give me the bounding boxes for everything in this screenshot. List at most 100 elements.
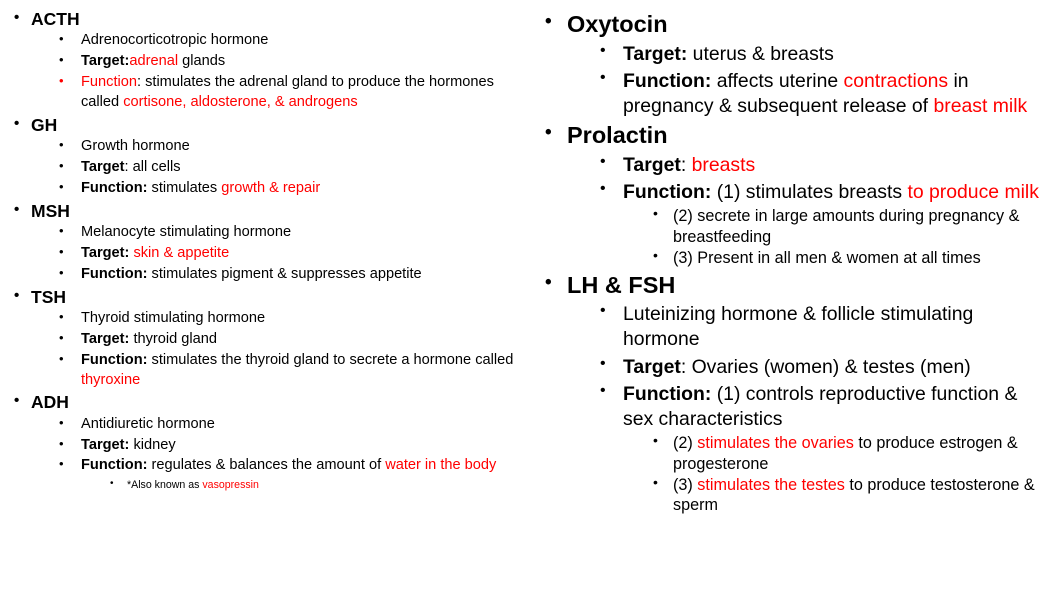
prolactin-subline-3-text: (3) Present in all men & women at all ti… <box>673 249 981 268</box>
prolactin-function-line: • Function: (1) stimulates breasts to pr… <box>600 180 1050 268</box>
bullet-glyph: • <box>653 247 658 264</box>
tsh-target-text: thyroid gland <box>129 330 218 347</box>
prolactin-subline-2-text: (2) secrete in large amounts during preg… <box>673 207 1020 246</box>
acth-target-label: Target: <box>81 53 130 70</box>
tsh-function-label: Function: <box>81 351 148 368</box>
bullet-glyph: • <box>600 381 606 399</box>
lh-fsh-subline-3-highlight: stimulates the testes <box>697 476 845 495</box>
adh-function-highlight: water in the body <box>385 457 497 474</box>
gh-function-text: stimulates <box>147 179 222 196</box>
lh-fsh-definition-line: • Luteinizing hormone & follicle stimula… <box>600 302 1050 352</box>
adh-function-text: regulates & balances the amount of <box>147 457 386 474</box>
bullet-glyph: • <box>600 68 606 86</box>
bullet-glyph: • <box>14 9 20 26</box>
right-content-column: • Oxytocin • Target: uterus & breasts • … <box>531 0 1062 597</box>
bullet-glyph: • <box>59 137 64 153</box>
bullet-glyph: • <box>14 200 20 218</box>
left-top-level-list: • ACTH • Adrenocorticotropic hormone • T… <box>14 8 521 493</box>
adh-function-label: Function: <box>81 457 148 474</box>
adh-subnote-list: • *Also known as vasopressin <box>81 478 521 492</box>
msh-definition-line: • Melanocyte stimulating hormone <box>59 223 521 243</box>
bullet-glyph: • <box>600 152 606 170</box>
adh-subnote-highlight: vasopressin <box>202 479 259 492</box>
lh-fsh-subline-3-prefix: (3) <box>673 476 698 495</box>
prolactin-subline-3: • (3) Present in all men & women at all … <box>653 247 1050 268</box>
gh-function-highlight: growth & repair <box>221 179 321 196</box>
prolactin-subline-list: • (2) secrete in large amounts during pr… <box>623 205 1050 268</box>
section-gh: • GH • Growth hormone • Target: all cell… <box>14 114 521 199</box>
adh-target-line: • Target: kidney <box>59 436 521 456</box>
section-heading-adh: ADH <box>31 392 69 413</box>
prolactin-function-text: (1) stimulates breasts <box>711 181 908 204</box>
lh-fsh-subline-3: • (3) stimulates the testes to produce t… <box>653 474 1050 516</box>
adh-detail-list: • Antidiuretic hormone • Target: kidney … <box>31 415 521 493</box>
gh-function-line: • Function: stimulates growth & repair <box>59 179 521 199</box>
tsh-definition-text: Thyroid stimulating hormone <box>81 310 266 326</box>
adh-subnote-text: *Also known as <box>127 479 203 492</box>
bullet-glyph: • <box>600 41 606 59</box>
bullet-glyph: • <box>59 435 64 451</box>
msh-function-text: stimulates pigment & suppresses appetite <box>147 265 422 282</box>
bullet-glyph: • <box>14 286 20 304</box>
adh-subnote-line: • *Also known as vasopressin <box>110 478 521 492</box>
bullet-glyph: • <box>14 114 20 132</box>
oxytocin-target-label: Target: <box>623 42 688 65</box>
bullet-glyph: • <box>59 52 64 68</box>
lh-fsh-subline-2-prefix: (2) <box>673 434 698 453</box>
msh-definition-text: Melanocyte stimulating hormone <box>81 224 292 241</box>
gh-function-label: Function: <box>81 179 148 196</box>
lh-fsh-subline-2-highlight: stimulates the ovaries <box>697 434 854 453</box>
oxytocin-detail-list: • Target: uterus & breasts • Function: a… <box>567 42 1050 120</box>
msh-target-highlight: skin & appetite <box>133 244 230 261</box>
acth-definition-text: Adrenocorticotropic hormone <box>81 32 269 49</box>
bullet-glyph: • <box>545 122 552 144</box>
section-acth: • ACTH • Adrenocorticotropic hormone • T… <box>14 8 521 113</box>
prolactin-target-label: Target <box>623 153 681 176</box>
section-msh: • MSH • Melanocyte stimulating hormone •… <box>14 200 521 285</box>
lh-fsh-target-text: : Ovaries (women) & testes (men) <box>680 355 971 378</box>
bullet-glyph: • <box>59 309 64 324</box>
bullet-glyph: • <box>600 180 606 198</box>
prolactin-detail-list: • Target: breasts • Function: (1) stimul… <box>567 153 1050 269</box>
adh-target-text: kidney <box>129 436 176 453</box>
section-heading-tsh: TSH <box>31 286 66 307</box>
oxytocin-function-text1: affects uterine <box>711 69 844 92</box>
gh-detail-list: • Growth hormone • Target: all cells • F… <box>31 137 521 199</box>
section-heading-lh-fsh: LH & FSH <box>567 271 676 298</box>
prolactin-target-line: • Target: breasts <box>600 153 1050 178</box>
prolactin-function-highlight: to produce milk <box>907 181 1039 204</box>
tsh-target-line: • Target: thyroid gland <box>59 330 521 350</box>
bullet-glyph: • <box>110 478 114 490</box>
adh-definition-text: Antidiuretic hormone <box>81 415 215 432</box>
lh-fsh-function-line: • Function: (1) controls reproductive fu… <box>600 382 1050 516</box>
section-heading-msh: MSH <box>31 200 70 221</box>
adh-function-line: • Function: regulates & balances the amo… <box>59 456 521 492</box>
bullet-glyph: • <box>59 31 64 47</box>
section-tsh: • TSH • Thyroid stimulating hormone • Ta… <box>14 286 521 391</box>
adh-target-label: Target: <box>81 436 130 453</box>
acth-detail-list: • Adrenocorticotropic hormone • Target:a… <box>31 31 521 112</box>
lh-fsh-subline-2: • (2) stimulates the ovaries to produce … <box>653 432 1050 474</box>
section-adh: • ADH • Antidiuretic hormone • Target: k… <box>14 391 521 492</box>
gh-definition-line: • Growth hormone <box>59 137 521 157</box>
bullet-glyph: • <box>59 456 64 472</box>
bullet-glyph: • <box>14 392 20 410</box>
bullet-glyph: • <box>59 178 64 194</box>
bullet-glyph: • <box>59 158 64 173</box>
slide-canvas: • ACTH • Adrenocorticotropic hormone • T… <box>0 0 1062 597</box>
section-lh-fsh: • LH & FSH • Luteinizing hormone & folli… <box>545 271 1050 516</box>
oxytocin-function-highlight2: breast milk <box>933 95 1028 118</box>
section-prolactin: • Prolactin • Target: breasts • Function… <box>545 121 1050 268</box>
tsh-target-label: Target: <box>81 330 130 347</box>
right-top-level-list: • Oxytocin • Target: uterus & breasts • … <box>545 10 1050 516</box>
msh-function-line: • Function: stimulates pigment & suppres… <box>59 265 521 285</box>
tsh-function-highlight: thyroxine <box>81 371 141 388</box>
acth-definition-line: • Adrenocorticotropic hormone <box>59 31 521 51</box>
lh-fsh-subline-list: • (2) stimulates the ovaries to produce … <box>623 432 1050 516</box>
acth-target-highlight: adrenal <box>129 53 179 70</box>
oxytocin-function-highlight1: contractions <box>843 69 949 92</box>
bullet-glyph: • <box>545 271 552 293</box>
msh-target-label: Target: <box>81 244 130 261</box>
lh-fsh-function-label: Function: <box>623 382 712 405</box>
msh-function-label: Function: <box>81 265 148 282</box>
